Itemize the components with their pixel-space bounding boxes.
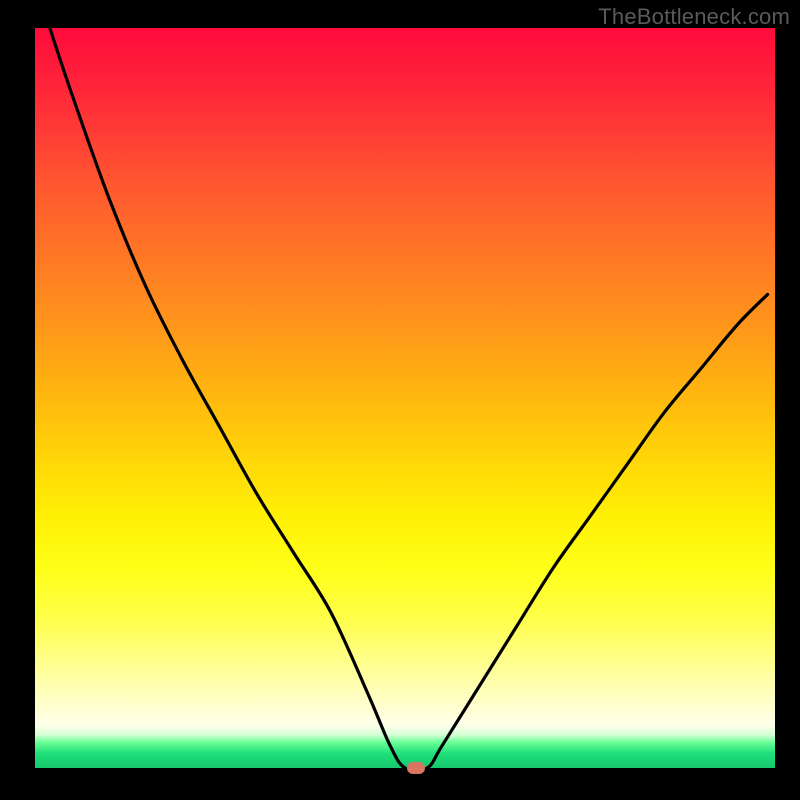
watermark-text: TheBottleneck.com	[598, 4, 790, 30]
bottleneck-curve	[35, 28, 775, 768]
chart-container: TheBottleneck.com	[0, 0, 800, 800]
optimal-point-marker	[407, 762, 425, 774]
